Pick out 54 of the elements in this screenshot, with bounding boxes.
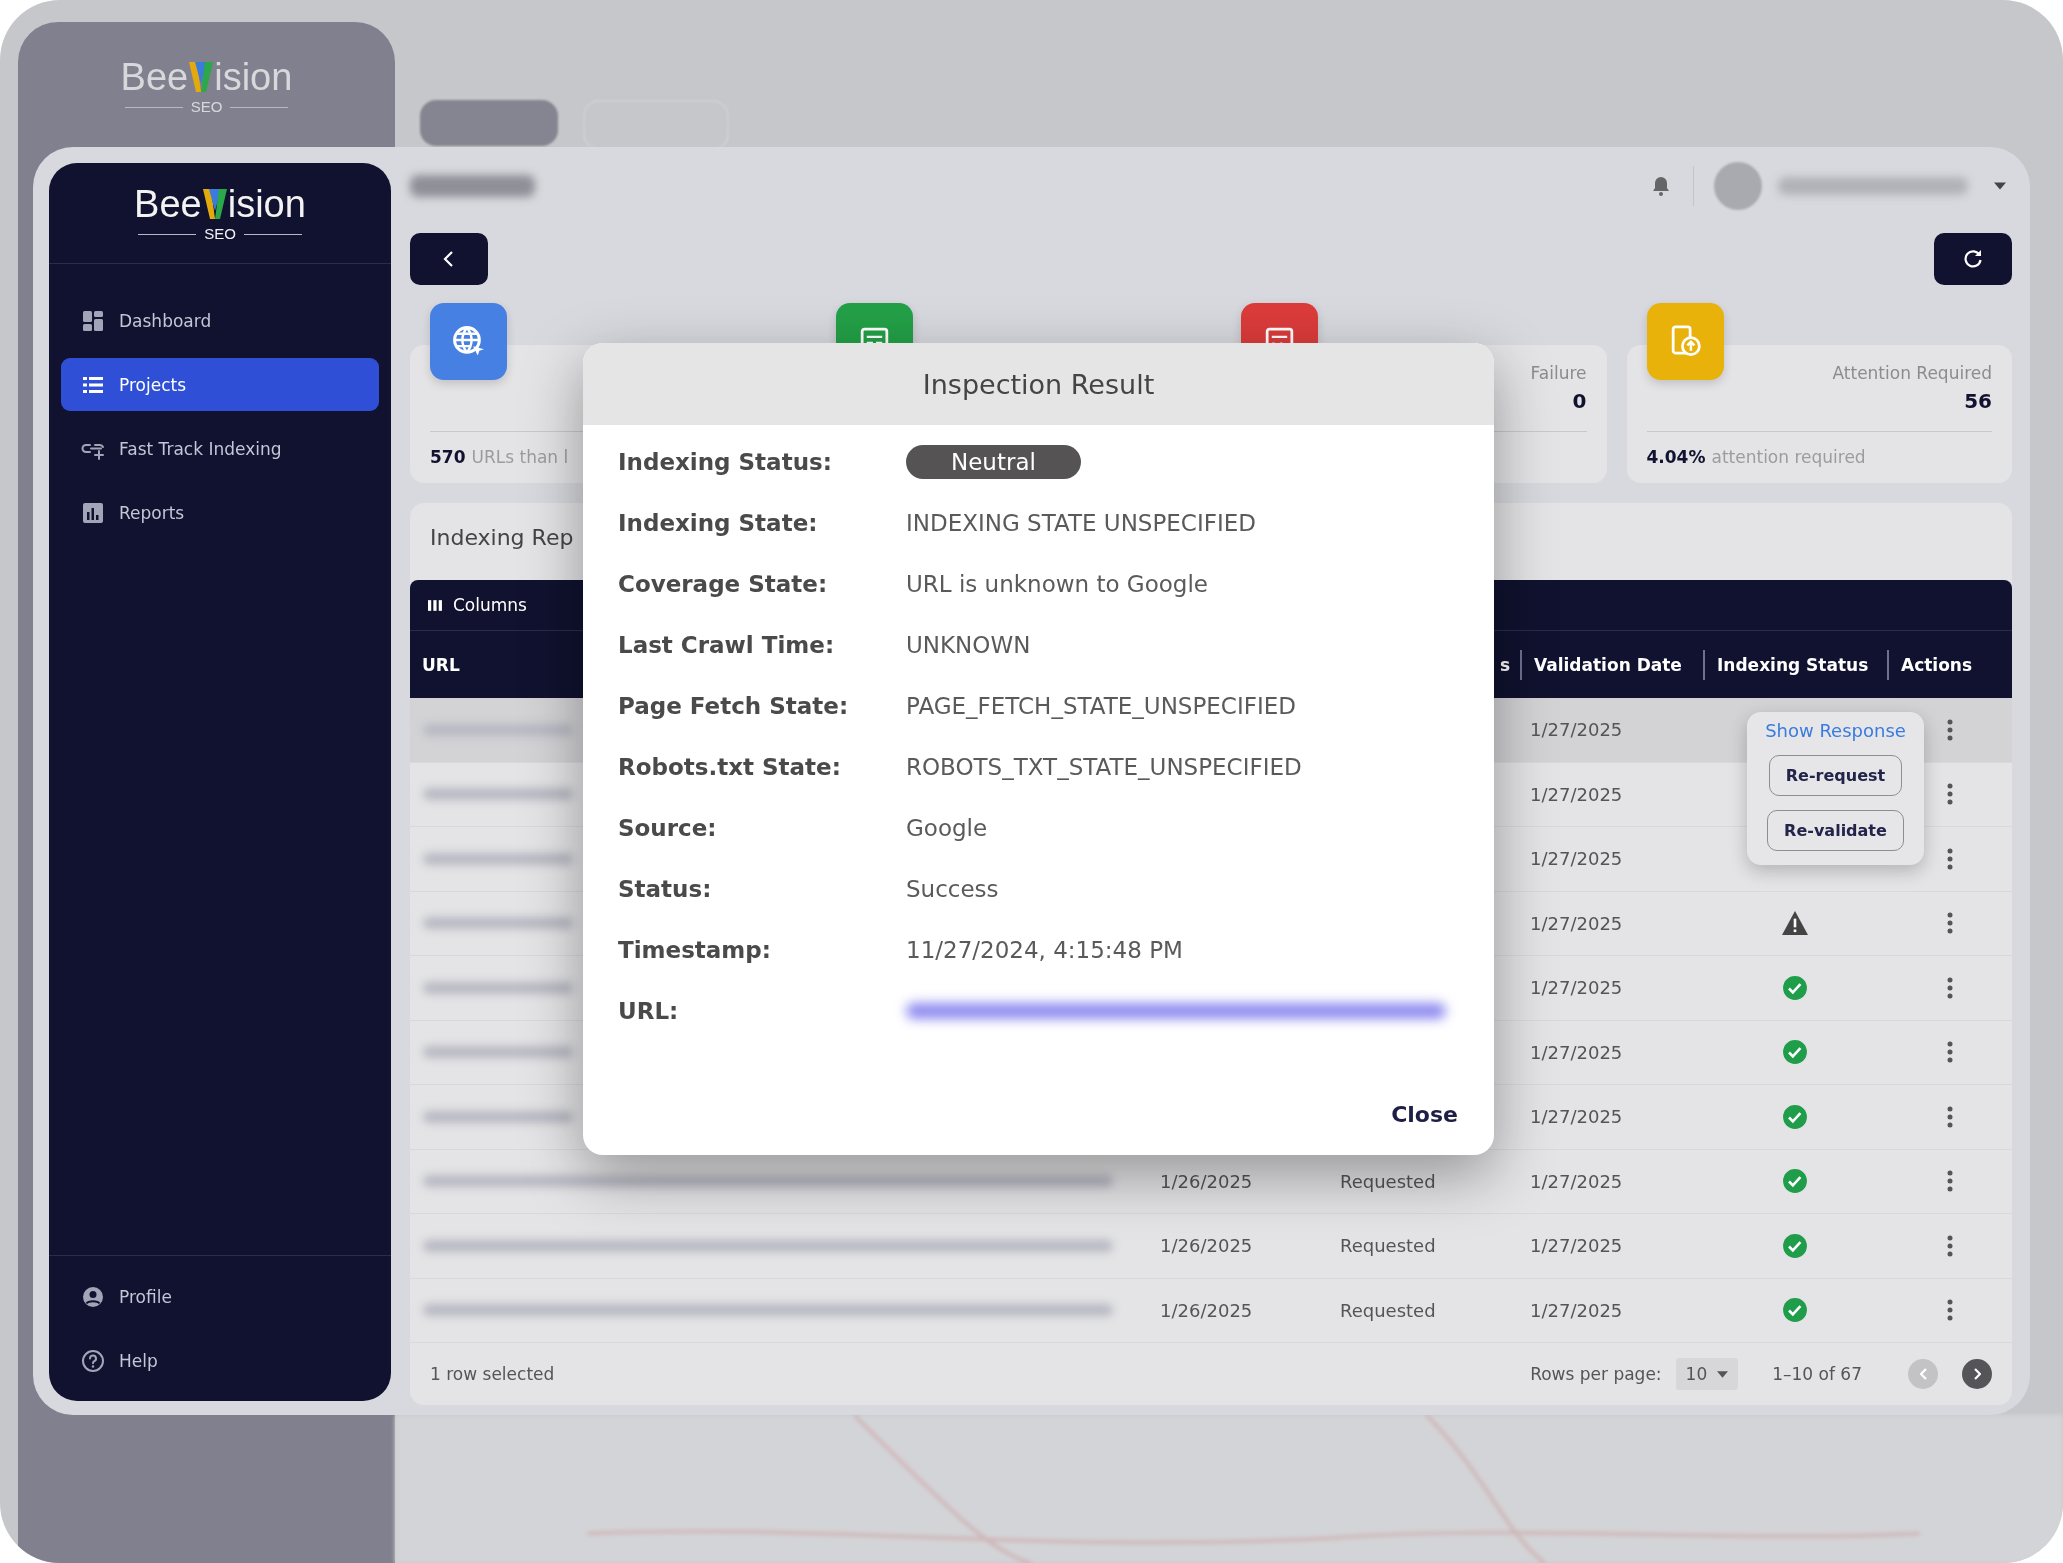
table-cell: Requested [1340, 1299, 1436, 1321]
field-label: Last Crawl Time: [618, 631, 836, 658]
panel-title: Indexing Rep [430, 525, 574, 550]
rows-per-page-label: Rows per page: [1530, 1364, 1662, 1384]
table-cell: 1/27/2025 [1530, 1041, 1623, 1063]
table-cell: 1/27/2025 [1530, 912, 1623, 934]
card-value: 0 [1572, 389, 1587, 413]
card-title: Attention Required [1832, 363, 1992, 383]
field-value: Google [906, 814, 988, 841]
status-badge: Neutral [906, 444, 1081, 479]
field-label: Page Fetch State: [618, 692, 850, 719]
table-cell: 1/27/2025 [1530, 1170, 1623, 1192]
table-cell: 1/27/2025 [1530, 783, 1623, 805]
card-title: Failure [1530, 363, 1587, 383]
selection-count: 1 row selected [430, 1364, 555, 1384]
field-value: UNKNOWN [906, 631, 1031, 658]
logo-tagline: SEO [204, 226, 236, 242]
field-label: Source: [618, 814, 718, 841]
field-value: Success [906, 875, 999, 902]
field-label: Robots.txt State: [618, 753, 842, 780]
field-label: Status: [618, 875, 713, 902]
logo-text: Bee [120, 57, 189, 97]
table-cell: 1/27/2025 [1530, 977, 1623, 999]
logo-text: Bee [134, 184, 202, 224]
logo-text: ision [214, 57, 293, 97]
card-stat-caption: attention required [1711, 447, 1866, 467]
table-cell: 1/27/2025 [1530, 1106, 1623, 1128]
table-cell: 1/27/2025 [1530, 848, 1623, 870]
table-cell: 1/27/2025 [1530, 719, 1623, 741]
field-label: Indexing Status: [618, 448, 833, 475]
field-value: URL is unknown to Google [906, 570, 1208, 597]
table-cell: 1/26/2025 [1160, 1235, 1253, 1257]
field-label: URL: [618, 997, 680, 1024]
page-range: 1–10 of 67 [1772, 1364, 1862, 1384]
card-value: 56 [1964, 389, 1992, 413]
field-value: ROBOTS_TXT_STATE_UNSPECIFIED [906, 753, 1302, 780]
table-cell: Requested [1340, 1170, 1436, 1192]
table-cell: 1/27/2025 [1530, 1235, 1623, 1257]
logo-text: ision [227, 184, 306, 224]
logo-tagline: SEO [190, 99, 223, 115]
table-cell: 1/26/2025 [1160, 1299, 1253, 1321]
dialog-title: Inspection Result [583, 343, 1494, 425]
card-stat-caption: URLs than l [471, 447, 569, 467]
table-cell: 1/27/2025 [1530, 1299, 1623, 1321]
field-value: PAGE_FETCH_STATE_UNSPECIFIED [906, 692, 1296, 719]
field-label: Coverage State: [618, 570, 829, 597]
table-cell: 1/26/2025 [1160, 1170, 1253, 1192]
card-stat-value: 4.04% [1646, 447, 1706, 467]
table-cell: Requested [1340, 1235, 1436, 1257]
card-stat-value: 570 [430, 447, 466, 467]
field-value: 11/27/2024, 4:15:48 PM [906, 936, 1183, 963]
field-label: Indexing State: [618, 509, 819, 536]
field-value: INDEXING STATE UNSPECIFIED [906, 509, 1256, 536]
field-label: Timestamp: [618, 936, 772, 963]
